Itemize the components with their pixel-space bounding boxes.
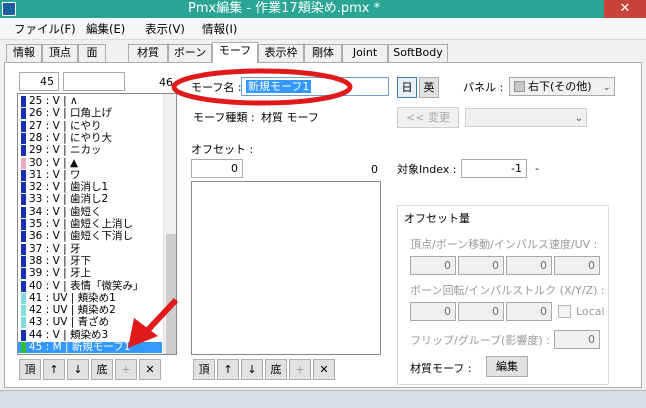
highlight-ellipse: [171, 68, 353, 106]
annotation-arrow-icon: [128, 297, 179, 348]
taskbar-strip: [0, 390, 646, 408]
tab-morph[interactable]: モーフ: [212, 42, 258, 63]
annotation-overlay: [128, 68, 353, 348]
